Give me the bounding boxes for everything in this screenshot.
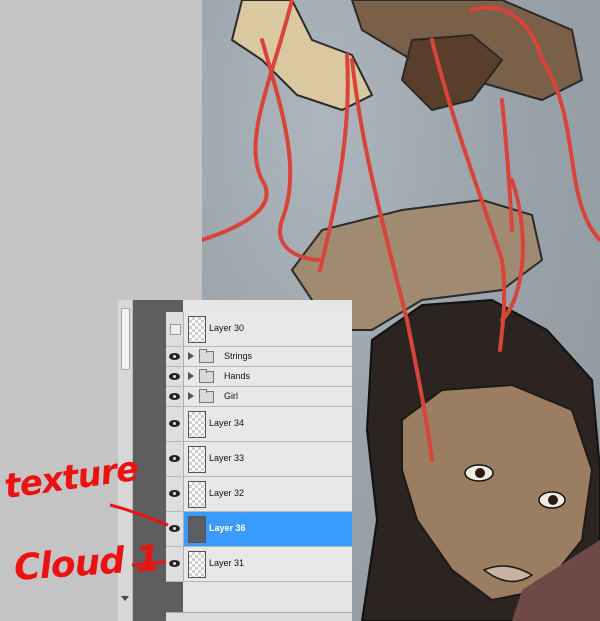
group-name: Girl [224, 391, 238, 401]
visibility-toggle[interactable] [166, 312, 184, 346]
eye-icon[interactable] [169, 490, 180, 497]
layer-row-layer-36[interactable]: Layer 36 [166, 512, 352, 547]
layer-thumbnail [188, 411, 206, 438]
group-name: Strings [224, 351, 253, 361]
layer-thumbnail [188, 516, 206, 543]
eye-icon[interactable] [169, 392, 180, 400]
layer-name: Layer 31 [209, 558, 245, 568]
visibility-toggle[interactable] [166, 407, 184, 441]
folder-icon [199, 369, 214, 383]
visibility-off-icon[interactable] [170, 324, 181, 335]
layer-thumbnail [188, 316, 206, 343]
layer-name: Layer 32 [209, 488, 245, 498]
expand-arrow-icon[interactable] [188, 352, 194, 360]
folder-icon [199, 389, 214, 403]
layer-row-layer-34[interactable]: Layer 34 [166, 407, 352, 442]
visibility-toggle[interactable] [166, 442, 184, 476]
visibility-toggle[interactable] [166, 477, 184, 511]
group-row-hands[interactable]: Hands [166, 367, 352, 387]
visibility-toggle[interactable] [166, 347, 184, 366]
layer-row-layer-32[interactable]: Layer 32 [166, 477, 352, 512]
scroll-down-icon[interactable] [121, 596, 129, 601]
visibility-toggle[interactable] [166, 367, 184, 386]
layer-name: Layer 36 [209, 523, 246, 533]
eye-icon[interactable] [169, 560, 180, 567]
panel-footer [166, 612, 352, 621]
folder-icon [199, 349, 214, 363]
layer-row-layer-31[interactable]: Layer 31 [166, 547, 352, 582]
layer-list: Layer 30 Strings Hands Girl Layer 34 Lay… [166, 312, 352, 582]
layer-row-layer-30[interactable]: Layer 30 [166, 312, 352, 347]
scrollbar-thumb[interactable] [121, 308, 130, 370]
visibility-toggle[interactable] [166, 387, 184, 406]
eye-icon[interactable] [169, 420, 180, 427]
layer-name: Layer 30 [209, 323, 245, 333]
eye-icon[interactable] [169, 372, 180, 380]
eye-icon[interactable] [169, 525, 180, 532]
eye-icon[interactable] [169, 352, 180, 360]
group-row-strings[interactable]: Strings [166, 347, 352, 367]
layer-thumbnail [188, 446, 206, 473]
expand-arrow-icon[interactable] [188, 392, 194, 400]
layer-thumbnail [188, 551, 206, 578]
eye-icon[interactable] [169, 455, 180, 462]
layer-name: Layer 34 [209, 418, 245, 428]
layer-row-layer-33[interactable]: Layer 33 [166, 442, 352, 477]
expand-arrow-icon[interactable] [188, 372, 194, 380]
layer-thumbnail [188, 481, 206, 508]
group-row-girl[interactable]: Girl [166, 387, 352, 407]
visibility-toggle[interactable] [166, 512, 184, 546]
visibility-toggle[interactable] [166, 547, 184, 581]
group-name: Hands [224, 371, 251, 381]
layer-name: Layer 33 [209, 453, 245, 463]
